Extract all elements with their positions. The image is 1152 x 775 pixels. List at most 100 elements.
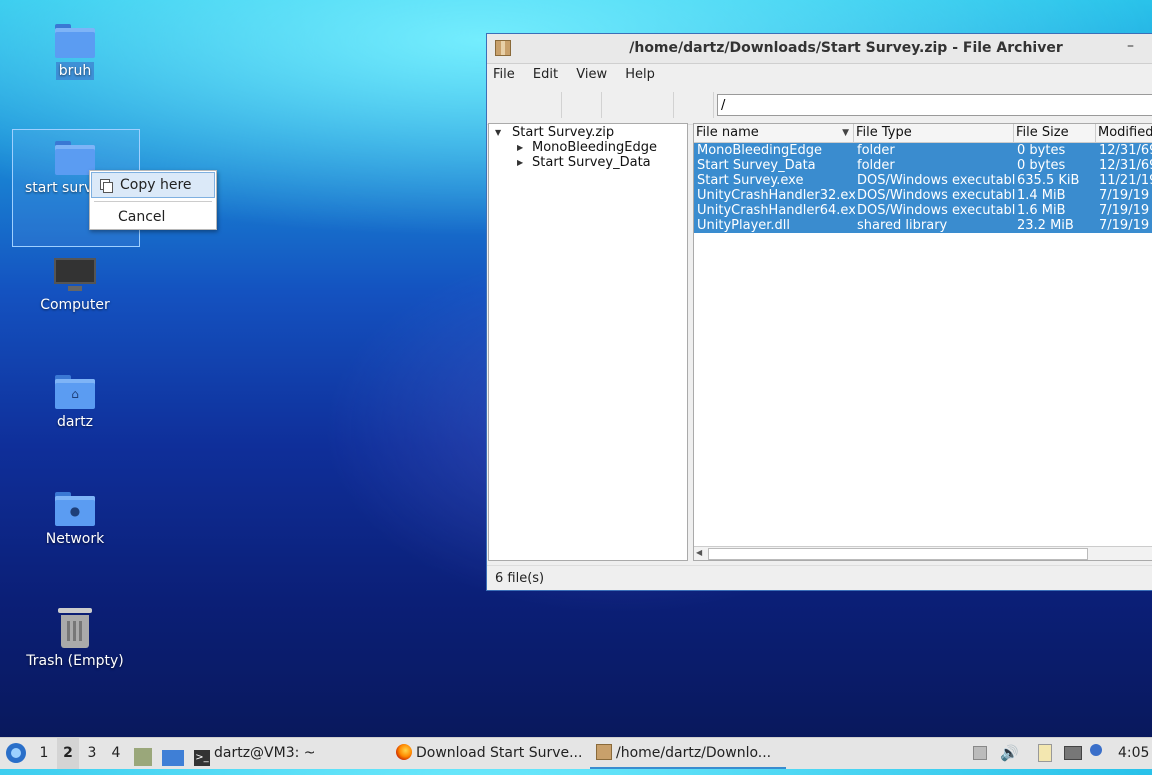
menubar: File Edit View Help <box>487 64 1152 86</box>
cell-size: 0 bytes <box>1017 143 1066 158</box>
table-row[interactable]: UnityPlayer.dll shared library 23.2 MiB … <box>694 218 1152 233</box>
eject-icon[interactable] <box>973 746 987 760</box>
copy-here-menu-item[interactable]: Copy here <box>91 172 215 198</box>
tree-item-label: MonoBleedingEdge <box>532 140 657 155</box>
desktop-icon-label: dartz <box>56 414 94 430</box>
desktop-icon <box>162 750 184 766</box>
app-menu-icon[interactable] <box>6 743 26 763</box>
cell-modified: 7/19/19 2 <box>1099 188 1152 203</box>
column-label: Modified <box>1098 125 1152 140</box>
cell-name: UnityCrashHandler64.exe <box>697 203 855 218</box>
collapsed-arrow-icon[interactable]: ▶ <box>517 140 523 155</box>
expanded-arrow-icon[interactable]: ▼ <box>495 125 501 140</box>
minimize-button[interactable]: – <box>1127 38 1134 54</box>
file-archiver-window: /home/dartz/Downloads/Start Survey.zip -… <box>486 33 1152 591</box>
computer-icon <box>54 258 96 292</box>
tree-root[interactable]: ▼ Start Survey.zip <box>489 125 687 140</box>
task-firefox[interactable]: Download Start Surve... <box>396 738 582 769</box>
cancel-menu-item[interactable]: Cancel <box>90 205 216 229</box>
table-row[interactable]: UnityCrashHandler64.exe DOS/Windows exec… <box>694 203 1152 218</box>
workspace-2[interactable]: 2 <box>57 738 79 769</box>
column-label: File name <box>696 125 759 140</box>
desktop-icon-computer[interactable]: Computer <box>20 258 130 314</box>
table-row[interactable]: Start Survey.exe DOS/Windows executable … <box>694 173 1152 188</box>
column-header-file-name[interactable]: File name ▼ <box>694 124 854 142</box>
cell-modified: 7/19/19 2 <box>1099 203 1152 218</box>
desktop-icon-label: Trash (Empty) <box>26 653 124 669</box>
menu-edit[interactable]: Edit <box>533 67 558 82</box>
column-label: File Type <box>856 125 912 140</box>
toolbar-separator <box>561 92 562 118</box>
toolbar <box>487 86 1152 125</box>
archive-icon <box>596 744 612 760</box>
window-titlebar[interactable]: /home/dartz/Downloads/Start Survey.zip -… <box>487 34 1152 64</box>
cell-type: folder <box>857 158 895 173</box>
table-row[interactable]: MonoBleedingEdge folder 0 bytes 12/31/69 <box>694 143 1152 158</box>
notification-icon[interactable] <box>1090 744 1102 756</box>
table-row[interactable]: Start Survey_Data folder 0 bytes 12/31/6… <box>694 158 1152 173</box>
file-list: File name ▼ File Type File Size Modified… <box>693 123 1152 561</box>
task-label: dartz@VM3: ~ <box>214 745 316 761</box>
task-label: /home/dartz/Downlo... <box>616 745 772 761</box>
tree-item[interactable]: ▶ Start Survey_Data <box>489 155 687 170</box>
workspace-1[interactable]: 1 <box>33 738 55 769</box>
file-manager-launcher[interactable] <box>134 744 156 766</box>
column-header-file-type[interactable]: File Type <box>854 124 1014 142</box>
cell-type: DOS/Windows executable <box>857 203 1015 218</box>
tree-item[interactable]: ▶ MonoBleedingEdge <box>489 140 687 155</box>
menu-separator <box>94 201 212 202</box>
task-file-archiver[interactable]: /home/dartz/Downlo... <box>590 738 786 769</box>
cell-size: 0 bytes <box>1017 158 1066 173</box>
network-icon[interactable] <box>1064 746 1082 760</box>
toolbar-separator <box>601 92 602 118</box>
clock[interactable]: 4:05 <box>1118 738 1149 769</box>
folder-icon <box>55 24 95 58</box>
cell-size: 1.6 MiB <box>1017 203 1066 218</box>
desktop-icon-dartz[interactable]: ⌂ dartz <box>20 375 130 431</box>
table-row[interactable]: UnityCrashHandler32.exe DOS/Windows exec… <box>694 188 1152 203</box>
clipboard-icon[interactable] <box>1038 744 1052 762</box>
horizontal-scrollbar[interactable]: ◀ <box>694 546 1152 560</box>
cell-size: 635.5 KiB <box>1017 173 1080 188</box>
menu-view[interactable]: View <box>576 67 607 82</box>
toolbar-separator <box>673 92 674 118</box>
location-input[interactable] <box>717 94 1152 116</box>
terminal-icon: >_ <box>194 750 210 766</box>
cell-modified: 7/19/19 2 <box>1099 218 1152 233</box>
cell-modified: 12/31/69 <box>1099 143 1152 158</box>
window-title: /home/dartz/Downloads/Start Survey.zip -… <box>629 40 1063 56</box>
workspace-4[interactable]: 4 <box>105 738 127 769</box>
desktop-icon-trash[interactable]: Trash (Empty) <box>20 608 130 670</box>
desktop-icon-label: Computer <box>40 297 110 313</box>
sort-down-icon: ▼ <box>842 128 849 138</box>
desktop-icon-label: Network <box>45 531 105 547</box>
column-label: File Size <box>1016 125 1069 140</box>
show-desktop-launcher[interactable] <box>162 744 188 766</box>
toolbar-separator <box>713 92 714 118</box>
column-header-modified[interactable]: Modified <box>1096 124 1152 142</box>
cell-size: 23.2 MiB <box>1017 218 1074 233</box>
cell-modified: 11/21/19 <box>1099 173 1152 188</box>
cell-type: DOS/Windows executable <box>857 173 1015 188</box>
context-menu: Copy here Cancel <box>89 170 217 230</box>
home-folder-icon: ⌂ <box>55 375 95 409</box>
menu-help[interactable]: Help <box>625 67 655 82</box>
task-terminal[interactable]: >_ dartz@VM3: ~ <box>194 738 316 769</box>
firefox-icon <box>396 744 412 760</box>
collapsed-arrow-icon[interactable]: ▶ <box>517 155 523 170</box>
cell-type: folder <box>857 143 895 158</box>
workspace-3[interactable]: 3 <box>81 738 103 769</box>
desktop-icon-network[interactable]: ● Network <box>20 492 130 548</box>
cell-size: 1.4 MiB <box>1017 188 1066 203</box>
scroll-left-icon[interactable]: ◀ <box>696 548 702 557</box>
column-header-file-size[interactable]: File Size <box>1014 124 1096 142</box>
cell-type: DOS/Windows executable <box>857 188 1015 203</box>
menu-file[interactable]: File <box>493 67 515 82</box>
status-bar: 6 file(s) <box>487 565 1152 592</box>
desktop-icon-bruh[interactable]: bruh <box>20 24 130 80</box>
task-label: Download Start Surve... <box>416 745 583 761</box>
folder-tree: ▼ Start Survey.zip ▶ MonoBleedingEdge ▶ … <box>488 123 688 561</box>
volume-icon[interactable]: 🔊 <box>1000 738 1019 769</box>
taskbar: 1 2 3 4 >_ dartz@VM3: ~ Download Start Su… <box>0 737 1152 769</box>
scrollbar-thumb[interactable] <box>708 548 1088 560</box>
